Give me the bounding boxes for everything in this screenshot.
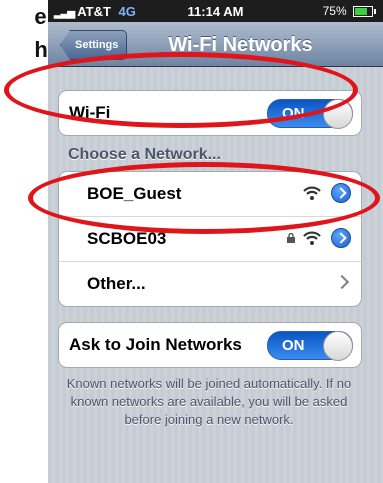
- ask-to-join-toggle[interactable]: ON: [267, 331, 353, 361]
- chevron-right-icon: [334, 274, 350, 290]
- battery-icon: [353, 6, 376, 18]
- battery-percent: 75%: [322, 4, 347, 18]
- wifi-signal-icon: [303, 231, 321, 245]
- network-detail-button[interactable]: [331, 183, 351, 203]
- status-bar: ▂▃▅ AT&T 4G 11:14 AM 75%: [48, 0, 383, 22]
- wifi-toggle-label: ON: [282, 105, 305, 122]
- network-row-scboe03[interactable]: SCBOE03: [59, 217, 361, 262]
- ask-to-join-row: Ask to Join Networks ON: [59, 323, 361, 367]
- ask-to-join-group: Ask to Join Networks ON: [58, 322, 362, 368]
- network-row-boe-guest[interactable]: BOE_Guest: [59, 172, 361, 217]
- toggle-knob: [323, 99, 353, 129]
- network-name: SCBOE03: [87, 229, 167, 248]
- network-name: BOE_Guest: [87, 184, 182, 203]
- wifi-row: Wi-Fi ON: [59, 91, 361, 135]
- wifi-signal-icon: [303, 186, 321, 200]
- lock-icon: [287, 233, 295, 243]
- other-network-label: Other...: [87, 274, 146, 293]
- choose-network-header: Choose a Network...: [68, 146, 221, 163]
- wifi-toggle-group: Wi-Fi ON: [58, 90, 362, 136]
- network-row-other[interactable]: Other...: [59, 262, 361, 306]
- page-title: Wi-Fi Networks: [168, 34, 313, 56]
- network-detail-button[interactable]: [331, 228, 351, 248]
- ask-toggle-label: ON: [282, 337, 305, 354]
- battery-indicator: 75%: [322, 4, 376, 18]
- wifi-label: Wi-Fi: [69, 103, 111, 122]
- toggle-knob: [323, 331, 353, 361]
- ask-to-join-description: Known networks will be joined automatica…: [66, 376, 352, 427]
- phone-screen: ▂▃▅ AT&T 4G 11:14 AM 75% Settings Wi-Fi …: [48, 0, 383, 483]
- navigation-bar: Settings Wi-Fi Networks: [48, 22, 383, 67]
- network-list: BOE_Guest SCBOE03 Other...: [58, 171, 362, 307]
- ask-to-join-label: Ask to Join Networks: [69, 335, 242, 354]
- wifi-toggle[interactable]: ON: [267, 99, 353, 129]
